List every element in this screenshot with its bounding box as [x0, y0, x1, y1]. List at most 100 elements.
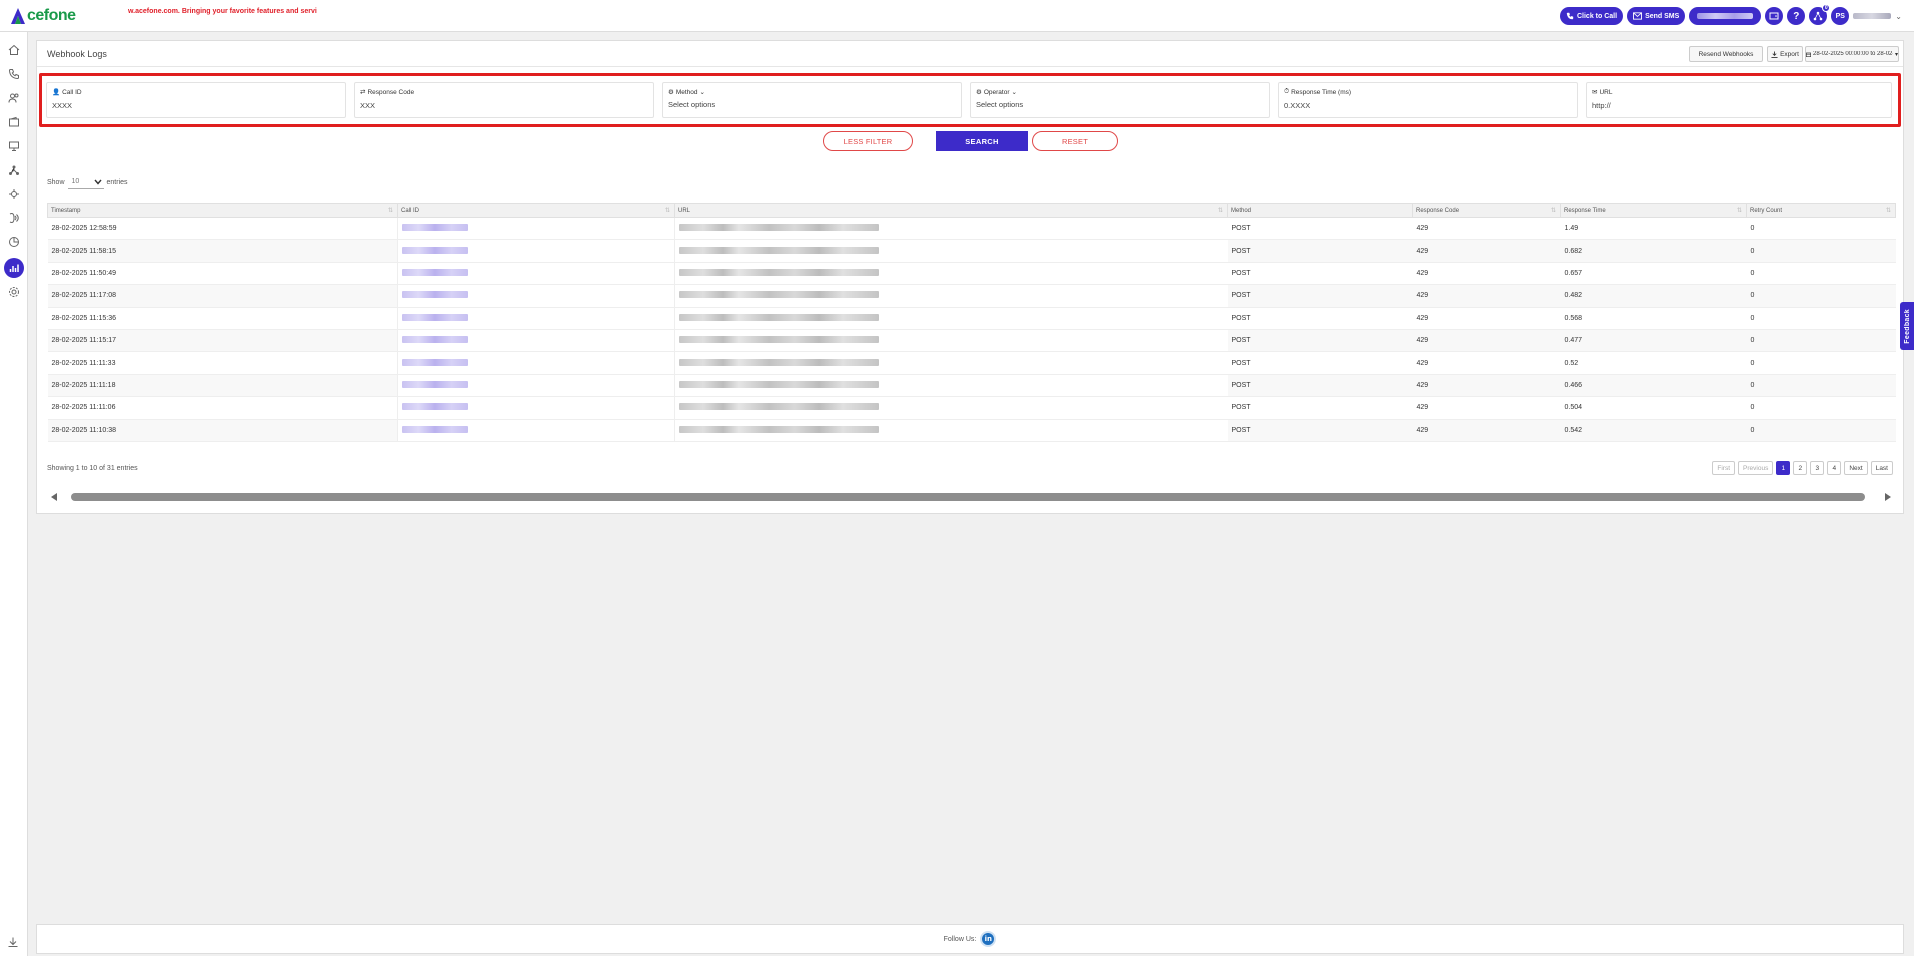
scrollbar-thumb[interactable] — [71, 493, 1865, 501]
integrations-icon[interactable] — [6, 186, 22, 202]
export-button[interactable]: Export — [1767, 46, 1803, 62]
horizontal-scrollbar[interactable] — [47, 491, 1895, 503]
send-sms-button[interactable]: Send SMS — [1627, 7, 1686, 25]
sidebar — [0, 32, 28, 956]
reports-icon[interactable] — [4, 258, 24, 278]
home-icon[interactable] — [6, 42, 22, 58]
cell-timestamp: 28-02-2025 11:50:49 — [47, 262, 398, 286]
call-id-input[interactable]: XXXX — [52, 101, 72, 110]
feedback-tab[interactable]: Feedback — [1900, 302, 1914, 350]
operator-filter[interactable]: ⚙ Operator ⌄ Select options — [970, 82, 1270, 118]
panel-header: Webhook Logs Resend Webhooks Export 28-0… — [37, 41, 1903, 67]
redacted-call-id[interactable] — [402, 403, 468, 411]
page-4-button[interactable]: 4 — [1827, 461, 1842, 475]
entries-length-control: Show 10 entries — [47, 175, 128, 189]
call-id-filter[interactable]: 👤 Call ID XXXX — [46, 82, 346, 118]
method-filter[interactable]: ⚙ Method ⌄ Select options — [662, 82, 962, 118]
cell-timestamp: 28-02-2025 11:58:15 — [47, 239, 398, 263]
redacted-url — [679, 380, 879, 388]
table-row: 28-02-2025 11:11:06 POST 429 0.504 0 — [47, 396, 1896, 420]
cell-response-code: 429 — [1412, 351, 1561, 375]
response-code-input[interactable]: XXX — [360, 101, 375, 110]
page-1-button[interactable]: 1 — [1776, 461, 1791, 475]
redacted-call-id[interactable] — [402, 313, 468, 321]
response-time-filter[interactable]: ⏱ Response Time (ms) 0.XXXX — [1278, 82, 1578, 118]
response-time-input[interactable]: 0.XXXX — [1284, 101, 1310, 110]
url-input[interactable]: http:// — [1592, 101, 1611, 110]
search-button[interactable]: SEARCH — [936, 131, 1028, 151]
response-code-filter[interactable]: ⇄ Response Code XXX — [354, 82, 654, 118]
sort-icon: ⇅ — [1217, 208, 1223, 214]
redacted-call-id[interactable] — [402, 358, 468, 366]
less-filter-button[interactable]: LESS FILTER — [823, 131, 913, 151]
first-page-button[interactable]: First — [1712, 461, 1736, 475]
col-response-time[interactable]: Response Time ⇅ — [1560, 203, 1747, 218]
ivr-icon[interactable] — [6, 210, 22, 226]
col-response-code[interactable]: Response Code ⇅ — [1412, 203, 1561, 218]
method-select[interactable]: Select options — [668, 100, 715, 109]
click-to-call-button[interactable]: Click to Call — [1559, 7, 1624, 25]
url-filter[interactable]: ✉ URL http:// — [1586, 82, 1892, 118]
redacted-url — [679, 336, 879, 344]
settings-icon[interactable] — [6, 284, 22, 300]
cell-call-id — [397, 351, 675, 375]
page-title: Webhook Logs — [47, 49, 107, 59]
cell-retry-count: 0 — [1746, 351, 1896, 375]
linkedin-icon[interactable]: in — [980, 931, 997, 947]
show-label: Show — [47, 178, 65, 186]
wallet-nav-icon[interactable] — [6, 114, 22, 130]
next-page-button[interactable]: Next — [1844, 461, 1868, 475]
caller-id-selector[interactable] — [1689, 7, 1762, 25]
redacted-call-id[interactable] — [402, 380, 468, 388]
cell-url — [674, 262, 1228, 286]
scroll-right-icon[interactable] — [1885, 493, 1891, 501]
user-avatar[interactable]: PS — [1831, 7, 1850, 25]
redacted-call-id[interactable] — [402, 246, 468, 254]
cell-method: POST — [1227, 262, 1413, 286]
calls-icon[interactable] — [6, 66, 22, 82]
date-range-picker[interactable]: 28-02-2025 00:00:00 to 28-02-2025 23:59:… — [1805, 46, 1899, 62]
redacted-url — [679, 403, 879, 411]
resend-webhooks-button[interactable]: Resend Webhooks — [1689, 46, 1763, 62]
col-retry-count[interactable]: Retry Count ⇅ — [1746, 203, 1896, 218]
monitor-icon[interactable] — [6, 138, 22, 154]
page-2-button[interactable]: 2 — [1793, 461, 1808, 475]
analytics-pie-icon[interactable] — [6, 234, 22, 250]
cell-retry-count: 0 — [1746, 307, 1896, 330]
contacts-icon[interactable] — [6, 90, 22, 106]
col-timestamp[interactable]: Timestamp ⇅ — [47, 203, 398, 218]
cell-call-id — [397, 419, 675, 442]
network-icon[interactable]: 0 — [1809, 4, 1831, 25]
last-page-button[interactable]: Last — [1870, 461, 1893, 475]
redacted-call-id[interactable] — [402, 268, 468, 276]
previous-page-button[interactable]: Previous — [1738, 461, 1774, 475]
redacted-url — [679, 425, 879, 433]
notification-badge: 0 — [1822, 4, 1831, 12]
wallet-icon[interactable] — [1765, 7, 1784, 25]
user-name[interactable] — [1853, 13, 1892, 19]
chevron-down-icon[interactable]: ⌄ — [1895, 12, 1902, 21]
redacted-call-id[interactable] — [402, 291, 468, 299]
logo-mark-icon — [11, 8, 25, 24]
acefone-logo[interactable]: cefone — [10, 5, 76, 27]
cell-url — [674, 217, 1228, 241]
redacted-call-id[interactable] — [402, 224, 468, 232]
download-icon[interactable] — [7, 936, 19, 950]
redacted-call-id[interactable] — [402, 336, 468, 344]
help-icon[interactable]: ? — [1787, 7, 1806, 25]
col-method[interactable]: Method — [1227, 203, 1413, 218]
cell-response-time: 0.682 — [1560, 239, 1747, 263]
redacted-call-id[interactable] — [402, 425, 468, 433]
sort-icon: ⇅ — [1885, 208, 1891, 214]
col-url[interactable]: URL ⇅ — [674, 203, 1228, 218]
entries-select[interactable]: 10 — [67, 175, 104, 189]
col-call-id[interactable]: Call ID ⇅ — [397, 203, 675, 218]
scroll-left-icon[interactable] — [51, 493, 57, 501]
hierarchy-icon[interactable] — [6, 162, 22, 178]
reset-button[interactable]: RESET — [1032, 131, 1118, 151]
cell-response-code: 429 — [1412, 284, 1561, 308]
cell-call-id — [397, 396, 675, 420]
cell-retry-count: 0 — [1746, 284, 1896, 308]
page-3-button[interactable]: 3 — [1810, 461, 1825, 475]
operator-select[interactable]: Select options — [976, 100, 1023, 109]
